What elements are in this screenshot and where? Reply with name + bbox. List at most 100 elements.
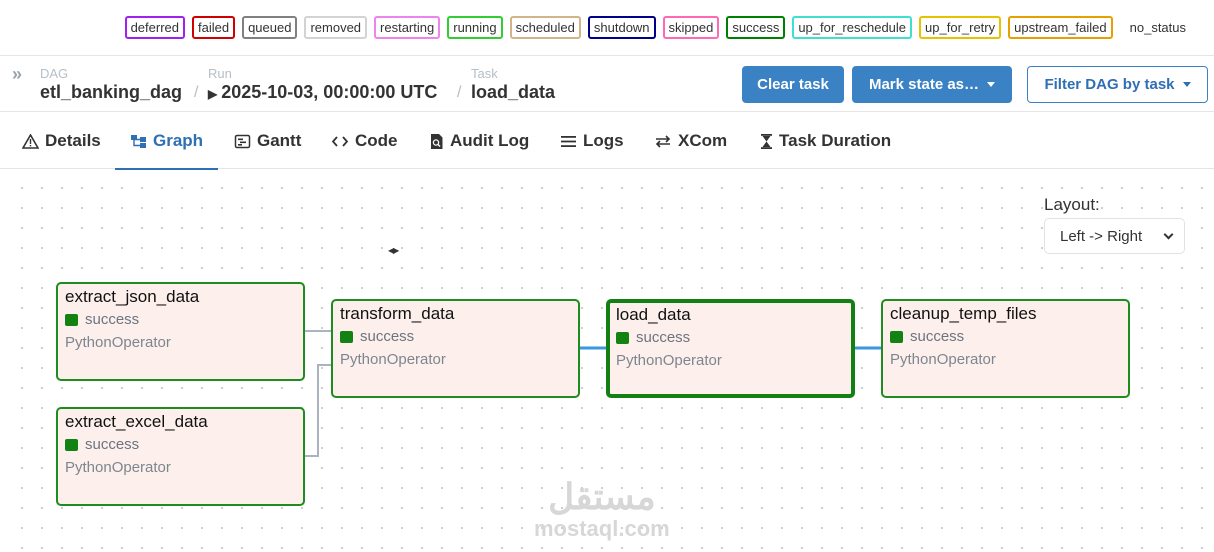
breadcrumb-dag-value[interactable]: etl_banking_dag [40,82,182,103]
breadcrumb-task-value[interactable]: load_data [471,82,555,103]
tab-code[interactable]: Code [331,113,398,169]
graph-icon [130,134,147,149]
tab-xcom-label: XCom [678,131,728,150]
legend-success[interactable]: success [726,16,786,39]
legend-deferred[interactable]: deferred [124,16,185,39]
legend-failed[interactable]: failed [191,16,236,39]
breadcrumb-dag-label: DAG [40,66,69,81]
legend-skipped[interactable]: skipped [662,16,720,39]
tab-logs-label: Logs [583,131,624,150]
task-node-title: cleanup_temp_files [890,304,1037,323]
tab-xcom[interactable]: XCom [654,113,727,169]
task-node-transform-data[interactable]: transform_data success PythonOperator [331,299,580,398]
tab-details[interactable]: Details [22,113,101,169]
breadcrumb-run-value[interactable]: 2025-10-03, 00:00:00 UTC [221,82,437,102]
layout-label: Layout: [1044,195,1100,214]
task-node-operator: PythonOperator [616,352,722,369]
task-node-state: success [340,328,571,345]
tab-graph-label: Graph [153,131,204,150]
task-node-title: extract_json_data [65,287,200,306]
success-status-icon [890,330,903,343]
task-node-state: success [890,328,1121,345]
tab-audit-log-label: Audit Log [450,131,530,150]
tab-gantt[interactable]: Gantt [234,113,301,169]
success-status-icon [616,331,629,344]
logs-icon [560,134,577,149]
legend-queued[interactable]: queued [242,16,298,39]
legend-up-for-reschedule[interactable]: up_for_reschedule [792,16,913,39]
breadcrumb-separator: / [194,84,199,101]
tab-task-duration[interactable]: Task Duration [760,113,891,169]
task-node-cleanup-temp-files[interactable]: cleanup_temp_files success PythonOperato… [881,299,1130,398]
legend-upstream-failed[interactable]: upstream_failed [1008,16,1113,39]
filter-dag-button[interactable]: Filter DAG by task [1027,66,1208,103]
xcom-icon [654,134,672,149]
edge-extract-excel-to-transform [305,364,332,457]
watermark-latin: mostaql.com [534,516,670,541]
breadcrumb-run-value-wrap[interactable]: ▶ 2025-10-03, 00:00:00 UTC [208,82,437,103]
task-node-load-data[interactable]: load_data success PythonOperator [606,299,855,398]
legend-shutdown[interactable]: shutdown [587,16,656,39]
filter-dag-label: Filter DAG by task [1044,76,1175,93]
tab-task-duration-label: Task Duration [779,131,892,150]
tab-logs[interactable]: Logs [560,113,624,169]
audit-log-icon [429,133,444,150]
breadcrumb-run[interactable]: Run ▶ 2025-10-03, 00:00:00 UTC [208,66,437,103]
warning-icon [22,133,39,149]
watermark-arabic: مستقل [547,476,656,517]
breadcrumb-task-label: Task [471,66,498,81]
mark-state-button[interactable]: Mark state as… [852,66,1012,103]
legend-up-for-retry[interactable]: up_for_retry [919,16,1002,39]
chevron-down-icon [1182,82,1191,87]
chevron-down-icon [987,82,996,87]
task-node-state-label: success [85,311,140,328]
task-node-operator: PythonOperator [65,459,171,476]
task-node-extract-json-data[interactable]: extract_json_data success PythonOperator [56,282,305,381]
task-node-state-label: success [636,329,691,346]
tab-bar: Details Graph Gantt Code Audit Log Logs … [0,113,1214,170]
task-node-state-label: success [910,328,965,345]
task-node-state-label: success [85,436,140,453]
success-status-icon [340,330,353,343]
task-node-state-label: success [360,328,415,345]
tab-details-label: Details [45,131,101,150]
task-node-operator: PythonOperator [890,351,996,368]
code-icon [331,134,349,149]
tab-graph[interactable]: Graph [114,113,219,170]
tab-gantt-label: Gantt [257,131,302,150]
breadcrumb-bar: » DAG etl_banking_dag / Run ▶ 2025-10-03,… [0,58,1214,112]
task-node-title: transform_data [340,304,455,323]
layout-select[interactable]: Left -> Right [1044,218,1185,254]
breadcrumb-separator: / [457,84,462,101]
success-status-icon [65,313,78,326]
tab-code-label: Code [355,131,398,150]
task-node-extract-excel-data[interactable]: extract_excel_data success PythonOperato… [56,407,305,506]
task-node-title: extract_excel_data [65,412,208,431]
legend-no-status[interactable]: no_status [1119,16,1192,39]
hourglass-icon [760,133,773,150]
legend-scheduled[interactable]: scheduled [509,16,581,39]
play-icon: ▶ [208,87,218,101]
chevron-down-icon [1163,229,1174,240]
success-status-icon [65,438,78,451]
state-legend: deferred failed queued removed restartin… [0,0,1214,56]
task-node-title: load_data [616,305,691,324]
breadcrumb-dag[interactable]: DAG etl_banking_dag [40,66,182,103]
clear-task-button[interactable]: Clear task [742,66,844,103]
sidebar-toggle-icon[interactable]: » [12,64,22,85]
pan-handle-icon[interactable]: ◀▶ [388,246,399,255]
mark-state-label: Mark state as… [868,76,980,93]
legend-restarting[interactable]: restarting [374,16,441,39]
legend-running[interactable]: running [447,16,503,39]
gantt-icon [234,134,251,149]
breadcrumb-task[interactable]: Task load_data [471,66,555,103]
task-node-state: success [616,329,845,346]
layout-select-value: Left -> Right [1060,227,1143,245]
legend-removed[interactable]: removed [304,16,368,39]
clear-task-label: Clear task [757,76,829,93]
watermark: مستقل mostaql.com [534,478,670,542]
task-node-state: success [65,311,296,328]
graph-canvas[interactable]: ◀▶ Layout: Left -> Right extract_json_da… [6,170,1214,552]
tab-audit-log[interactable]: Audit Log [429,113,529,169]
task-node-operator: PythonOperator [340,351,446,368]
